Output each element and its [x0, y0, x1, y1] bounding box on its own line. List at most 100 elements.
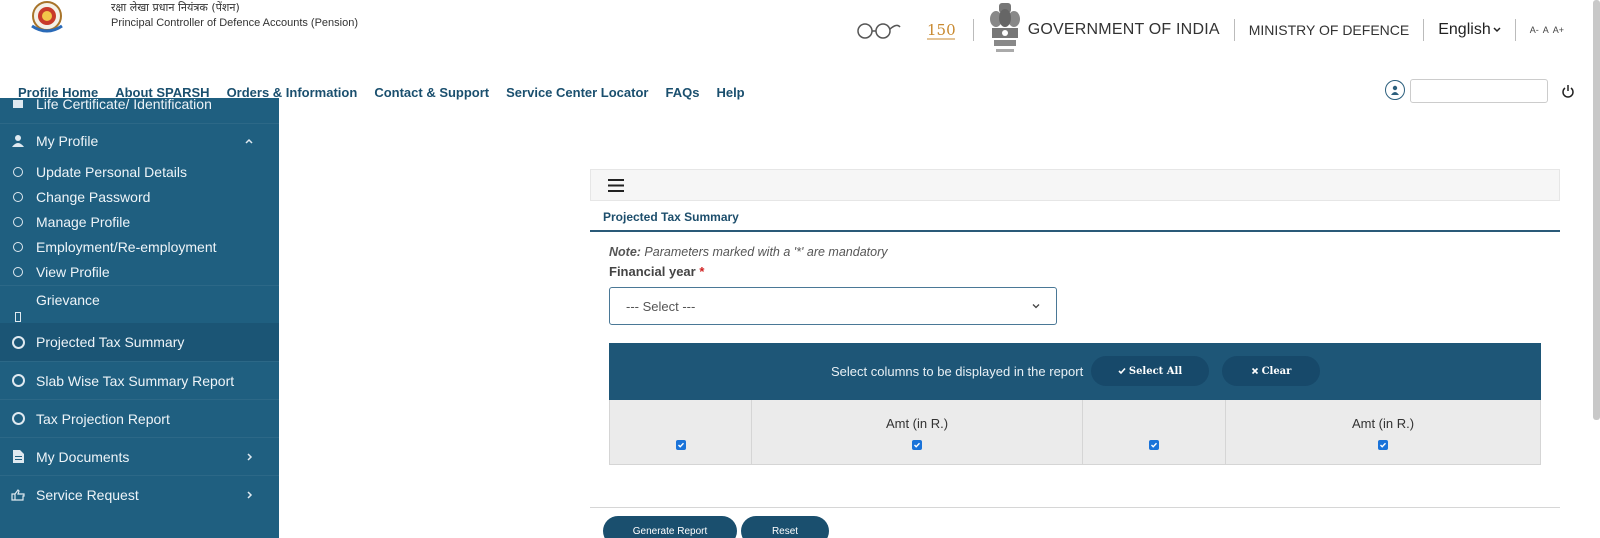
financial-year-label: Financial year * — [609, 264, 704, 279]
circle-icon — [11, 335, 25, 349]
chevron-right-icon — [247, 452, 253, 461]
sidebar-item-slab-wise-report[interactable]: Slab Wise Tax Summary Report — [0, 361, 279, 399]
sidebar-item-label: Slab Wise Tax Summary Report — [36, 372, 235, 389]
column-cell — [1083, 400, 1226, 464]
sidebar-item-label: Employment/Re-employment — [36, 239, 217, 255]
sidebar-item-label: Service Request — [36, 486, 139, 503]
column-header: Amt (in R.) — [885, 416, 949, 431]
sidebar-item-label: Update Personal Details — [36, 164, 187, 180]
header-divider — [1423, 19, 1425, 41]
sidebar-item-projected-tax-summary[interactable]: Projected Tax Summary — [0, 323, 279, 361]
header-search-input[interactable] — [1410, 79, 1548, 103]
chevron-right-icon — [247, 490, 253, 499]
sidebar-item-label: Grievance — [36, 292, 100, 308]
hamburger-menu-icon[interactable] — [608, 179, 624, 192]
nav-help[interactable]: Help — [716, 85, 744, 105]
font-increase-button[interactable]: A+ — [1553, 25, 1564, 35]
sidebar-subitem-employment[interactable]: Employment/Re-employment — [0, 235, 279, 259]
power-logout-icon[interactable] — [1561, 84, 1575, 98]
nav-profile-home[interactable]: Profile Home — [18, 85, 98, 105]
page-scrollbar[interactable] — [1593, 0, 1600, 420]
nav-contact-support[interactable]: Contact & Support — [374, 85, 489, 105]
sidebar-item-service-request[interactable]: Service Request — [0, 475, 279, 513]
financial-year-label-text: Financial year — [609, 264, 696, 279]
financial-year-select-value: --- Select --- — [626, 298, 696, 314]
chevron-down-icon — [1493, 27, 1501, 33]
language-label: English — [1438, 21, 1491, 38]
note-label: Note: — [609, 245, 641, 259]
column-checkbox[interactable] — [1378, 440, 1388, 450]
nav-service-center-locator[interactable]: Service Center Locator — [506, 85, 648, 105]
column-cell — [610, 400, 752, 464]
page-title: Projected Tax Summary — [603, 210, 739, 224]
sidebar-subitem-update-personal-details[interactable]: Update Personal Details — [0, 160, 279, 184]
column-selector-bar: Select columns to be displayed in the re… — [609, 343, 1541, 400]
column-header: Amt (in R.) — [1351, 416, 1415, 431]
page: रक्षा लेखा प्रधान नियंत्रक (पेंशन) Princ… — [0, 0, 1600, 538]
pcda-logo — [31, 1, 63, 33]
reset-button[interactable]: Reset — [741, 516, 829, 538]
clear-label: Clear — [1261, 365, 1292, 377]
header-divider — [972, 19, 974, 41]
circle-icon — [11, 190, 25, 204]
nav-faqs[interactable]: FAQs — [665, 85, 699, 105]
mandatory-note: Note: Parameters marked with a '*' are m… — [609, 245, 888, 259]
font-normal-button[interactable]: A — [1543, 25, 1549, 35]
select-all-button[interactable]: Select All — [1091, 356, 1209, 386]
column-checkbox[interactable] — [675, 440, 686, 450]
org-hindi-name: रक्षा लेखा प्रधान नियंत्रक (पेंशन) — [111, 1, 240, 14]
sidebar-item-label: Tax Projection Report — [36, 410, 170, 427]
column-checkbox[interactable] — [1149, 440, 1159, 450]
sidebar-subitem-view-profile[interactable]: View Profile — [0, 260, 279, 284]
header-divider — [1514, 19, 1516, 41]
generate-report-button[interactable]: Generate Report — [603, 516, 737, 538]
column-cell: Amt (in R.) — [752, 400, 1083, 464]
national-emblem-icon — [989, 3, 1020, 52]
note-text: Parameters marked with a '*' are mandato… — [640, 245, 888, 259]
required-marker: * — [699, 264, 705, 279]
sidebar-subitem-change-password[interactable]: Change Password — [0, 185, 279, 209]
main-nav: Profile Home About SPARSH Orders & Infor… — [18, 85, 762, 105]
sidebar-item-label: My Documents — [36, 448, 130, 465]
user-icon — [11, 134, 25, 148]
sidebar-subitem-manage-profile[interactable]: Manage Profile — [0, 210, 279, 234]
circle-icon — [11, 240, 25, 254]
chevron-up-icon — [245, 138, 253, 144]
nav-orders-information[interactable]: Orders & Information — [227, 85, 358, 105]
circle-icon — [11, 165, 25, 179]
column-selector-prompt: Select columns to be displayed in the re… — [831, 364, 1084, 379]
check-icon — [1118, 367, 1126, 375]
financial-year-select[interactable]: --- Select --- — [609, 287, 1057, 325]
user-avatar-icon[interactable] — [1385, 80, 1405, 100]
hand-pointer-icon — [11, 488, 25, 502]
sidebar-item-label: Change Password — [36, 189, 151, 205]
nav-about-sparsh[interactable]: About SPARSH — [115, 85, 209, 105]
font-size-controls: A- A A+ — [1530, 25, 1564, 35]
clear-button[interactable]: Clear — [1222, 356, 1320, 386]
svg-text:150: 150 — [927, 21, 956, 39]
column-checkbox-table: Amt (in R.) Amt (in R.) — [609, 400, 1541, 465]
column-checkbox[interactable] — [912, 440, 922, 450]
content-toolbar — [590, 169, 1560, 201]
column-cell: Amt (in R.) — [1226, 400, 1540, 464]
document-icon — [11, 450, 25, 464]
language-selector[interactable]: English — [1438, 21, 1501, 39]
sidebar-item-my-profile[interactable]: My Profile — [0, 123, 279, 157]
hourglass-icon — [11, 310, 25, 324]
sidebar-item-label: My Profile — [36, 132, 99, 149]
title-underline — [590, 230, 1560, 232]
government-of-india-label: GOVERNMENT OF INDIA — [1027, 21, 1220, 38]
chevron-down-icon — [1032, 304, 1040, 309]
sidebar: Life Certificate/ Identification My Prof… — [0, 98, 279, 538]
circle-icon — [11, 215, 25, 229]
sidebar-item-my-documents[interactable]: My Documents — [0, 437, 279, 475]
font-decrease-button[interactable]: A- — [1530, 25, 1539, 35]
sidebar-item-grievance[interactable]: Grievance — [0, 285, 279, 323]
circle-icon — [11, 265, 25, 279]
sidebar-item-tax-projection-report[interactable]: Tax Projection Report — [0, 399, 279, 437]
swachh-bharat-icon — [857, 23, 901, 39]
sidebar-item-label: Manage Profile — [36, 214, 131, 230]
header-divider — [1233, 19, 1235, 41]
anniversary-150-icon: 150 — [926, 21, 956, 40]
header-right: 150 GOVERNMENT OF INDIA MINISTRY OF DEFE… — [853, 0, 1564, 60]
